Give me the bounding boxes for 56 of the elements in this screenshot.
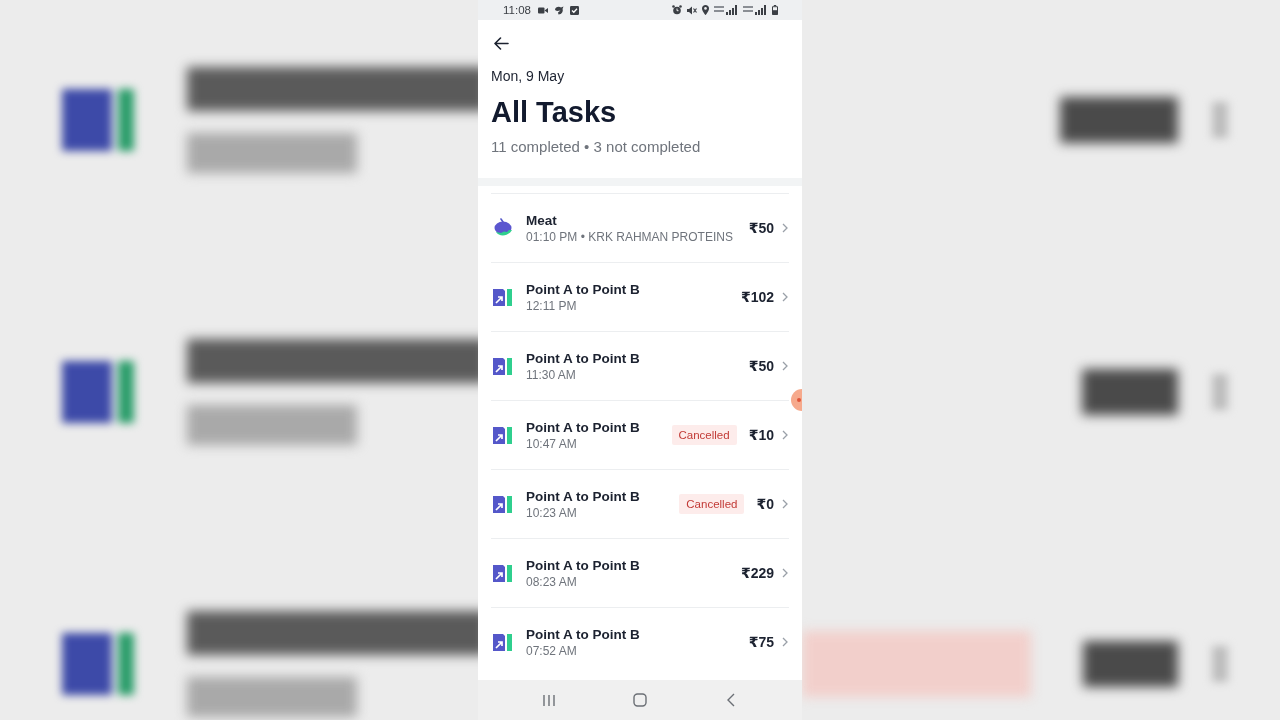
task-details: 12:11 PM	[526, 298, 577, 314]
battery-icon	[772, 5, 778, 15]
chevron-right-icon	[782, 637, 788, 647]
chevron-right-icon	[782, 568, 788, 578]
status-time: 11:08	[503, 4, 531, 16]
task-title: Point A to Point B	[526, 556, 640, 574]
task-title: Point A to Point B	[526, 349, 640, 367]
task-summary: 11 completed • 3 not completed	[491, 138, 701, 156]
arrow-tile-icon	[493, 632, 513, 652]
chevron-left-icon	[727, 693, 735, 707]
back-arrow-icon	[494, 37, 509, 50]
task-amount: ₹50	[748, 358, 774, 374]
signal-icon	[743, 5, 767, 15]
home-icon	[633, 693, 647, 707]
task-amount: ₹50	[748, 220, 774, 236]
status-badge: Cancelled	[679, 494, 745, 514]
arrow-tile-icon	[493, 287, 513, 307]
task-amount: ₹75	[748, 634, 774, 650]
task-title: Point A to Point B	[526, 487, 640, 505]
task-details: 08:23 AM	[526, 574, 577, 590]
task-amount: ₹10	[748, 427, 774, 443]
signal-icon	[714, 5, 738, 15]
task-details: 10:23 AM	[526, 505, 577, 521]
recent-apps-icon	[542, 693, 556, 707]
arrow-tile-icon	[493, 356, 513, 376]
task-details: 11:30 AM	[526, 367, 576, 383]
task-amount: ₹0	[756, 496, 774, 512]
task-title: Point A to Point B	[526, 625, 640, 643]
page-title: All Tasks	[491, 95, 617, 129]
location-pin-icon	[702, 5, 709, 15]
bird-icon	[553, 5, 564, 15]
task-amount: ₹229	[740, 565, 774, 581]
date-label: Mon, 9 May	[491, 68, 565, 85]
chevron-right-icon	[782, 223, 788, 233]
task-details: 07:52 AM	[526, 643, 577, 659]
chevron-right-icon	[782, 361, 788, 371]
task-title: Point A to Point B	[526, 418, 640, 436]
chevron-right-icon	[782, 430, 788, 440]
fruit-icon	[493, 218, 513, 238]
mute-icon	[687, 5, 697, 15]
status-badge: Cancelled	[671, 425, 737, 445]
back-button[interactable]	[494, 37, 509, 50]
record-bubble-icon[interactable]	[791, 389, 802, 411]
task-title: Meat	[526, 211, 557, 229]
task-details: 10:47 AM	[526, 436, 577, 452]
chevron-right-icon	[782, 499, 788, 509]
arrow-tile-icon	[493, 563, 513, 583]
arrow-tile-icon	[493, 494, 513, 514]
arrow-tile-icon	[493, 425, 513, 445]
task-details: 01:10 PM • KRK RAHMAN PROTEINS	[526, 229, 733, 245]
task-amount: ₹102	[740, 289, 774, 305]
chevron-right-icon	[782, 292, 788, 302]
video-camera-icon	[537, 6, 548, 14]
task-title: Point A to Point B	[526, 280, 640, 298]
alarm-clock-icon	[672, 5, 682, 15]
check-square-icon	[569, 5, 579, 15]
